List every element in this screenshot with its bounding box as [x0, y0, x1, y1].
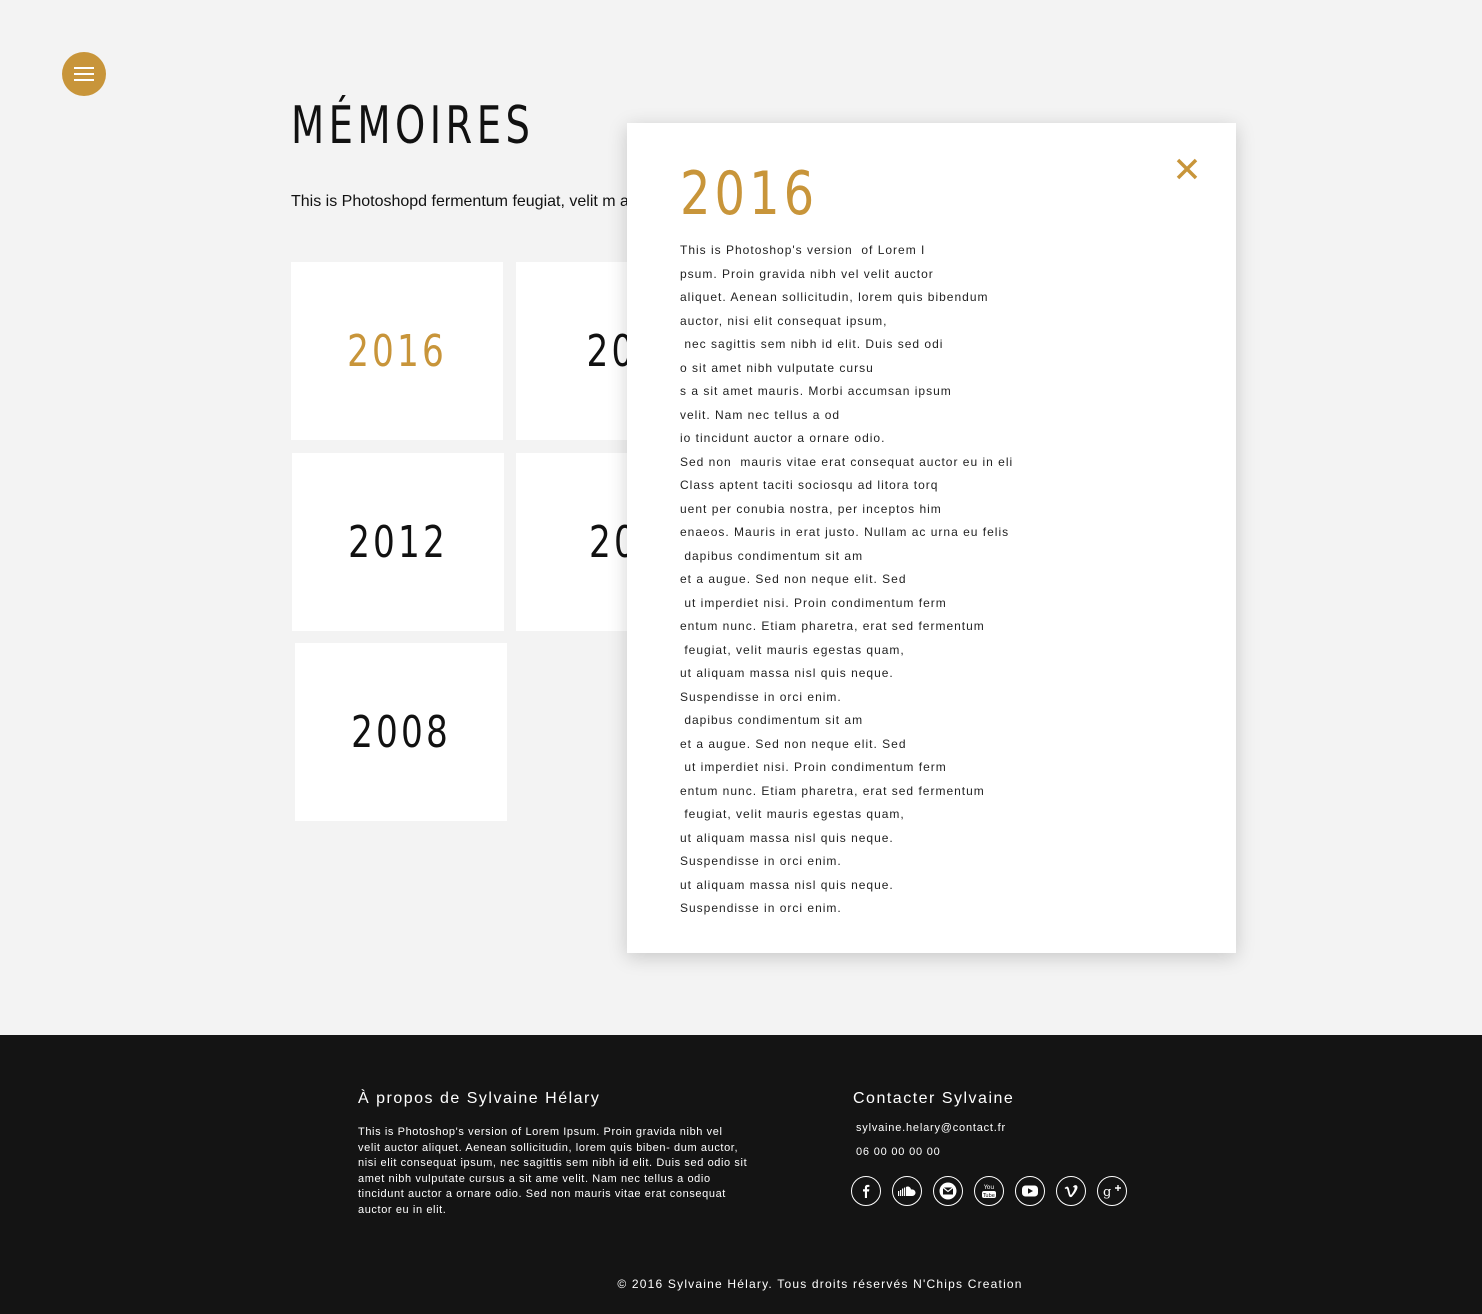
modal-text-line: ut imperdiet nisi. Proin condimentum fer… [680, 760, 947, 774]
year-tile-2012[interactable]: 2012 [292, 453, 504, 631]
modal-year-title: 2016 [680, 159, 819, 229]
about-text: This is Photoshop's version of Lorem Ips… [358, 1126, 748, 1216]
about-title: À propos de Sylvaine Hélary [358, 1090, 601, 1107]
svg-text:Tube: Tube [982, 1193, 995, 1199]
svg-text:g: g [1103, 1185, 1111, 1200]
modal-text-line: psum. Proin gravida nibh vel velit aucto… [680, 266, 934, 281]
modal-text-line: Sed non mauris vitae erat consequat auct… [680, 454, 1014, 469]
modal-close-button[interactable] [1173, 155, 1201, 183]
google-plus-icon: g [1103, 1185, 1121, 1200]
copyright: © 2016 Sylvaine Hélary. Tous droits rése… [617, 1277, 1023, 1291]
mail-button[interactable] [933, 1176, 963, 1206]
modal-text-line: entum nunc. Etiam pharetra, erat sed fer… [680, 619, 985, 633]
modal-text-line: o sit amet nibh vulputate cursu [680, 360, 874, 375]
modal-text-line: s a sit amet mauris. Morbi accumsan ipsu… [680, 384, 952, 398]
modal-text-line: entum nunc. Etiam pharetra, erat sed fer… [680, 783, 985, 798]
mail-icon [939, 1182, 957, 1200]
modal-text-line: nec sagittis sem nibh id elit. Duis sed … [680, 337, 944, 351]
modal-text-line: This is Photoshop's version of Lorem I [680, 243, 926, 257]
contact-email-link[interactable]: sylvaine.helary@contact.fr [856, 1122, 1006, 1134]
modal-text-line: dapibus condimentum sit am [680, 713, 864, 727]
contact-phone: 06 00 00 00 00 [856, 1146, 941, 1158]
modal-text-line: uent per conubia nostra, per inceptos hi… [680, 501, 942, 516]
modal-text-line: auctor, nisi elit consequat ipsum, [680, 313, 888, 328]
modal-text-line: et a augue. Sed non neque elit. Sed [680, 736, 907, 751]
modal-text-line: feugiat, velit mauris egestas quam, [680, 807, 905, 821]
modal-text-line: et a augue. Sed non neque elit. Sed [680, 572, 907, 586]
modal-text-line: Class aptent taciti sociosqu ad litora t… [680, 478, 939, 492]
modal-text-line: enaeos. Mauris in erat justo. Nullam ac … [680, 525, 1010, 539]
vimeo-button[interactable] [1056, 1176, 1086, 1206]
year-detail-modal: 2016 This is Photoshop's version of Lore… [627, 123, 1236, 953]
youtube-play-button[interactable] [1015, 1176, 1045, 1206]
close-icon [1176, 158, 1198, 180]
year-tile-2016[interactable]: 2016 [291, 262, 503, 440]
menu-button[interactable] [62, 52, 106, 96]
modal-text-line: ut aliquam massa nisl quis neque. [680, 666, 894, 680]
year-tile-2008[interactable]: 2008 [295, 643, 507, 821]
modal-text-line: Suspendisse in orci enim. [680, 854, 842, 868]
youtube-icon: You Tube [982, 1184, 996, 1199]
modal-text-line: Suspendisse in orci enim. [680, 901, 842, 915]
page-title: MÉMOIRES [291, 96, 535, 156]
modal-text-line: velit. Nam nec tellus a od [680, 407, 841, 422]
modal-text-line: ut aliquam massa nisl quis neque. [680, 877, 894, 892]
year-tile-label: 2008 [351, 706, 451, 758]
modal-body: This is Photoshop's version of Lorem I p… [680, 239, 1080, 921]
modal-text-line: feugiat, velit mauris egestas quam, [680, 642, 905, 657]
soundcloud-icon [898, 1186, 916, 1196]
modal-text-line: aliquet. Aenean sollicitudin, lorem quis… [680, 290, 989, 304]
social-links: You Tube g [851, 1176, 1127, 1206]
youtube-play-icon [1022, 1185, 1038, 1197]
modal-text-line: Suspendisse in orci enim. [680, 689, 842, 704]
modal-text-line: ut aliquam massa nisl quis neque. [680, 830, 894, 845]
svg-text:You: You [983, 1184, 995, 1191]
modal-text-line: dapibus condimentum sit am [680, 548, 864, 563]
youtube-button[interactable]: You Tube [974, 1176, 1004, 1206]
google-plus-button[interactable]: g [1097, 1176, 1127, 1206]
facebook-button[interactable] [851, 1176, 881, 1206]
vimeo-icon [1064, 1185, 1078, 1198]
modal-text-line: io tincidunt auctor a ornare odio. [680, 431, 886, 445]
hamburger-icon [74, 67, 94, 81]
facebook-icon [863, 1184, 870, 1198]
year-tile-label: 2016 [347, 325, 447, 377]
year-tile-label: 2012 [348, 516, 448, 568]
footer: À propos de Sylvaine Hélary This is Phot… [0, 1035, 1482, 1314]
soundcloud-button[interactable] [892, 1176, 922, 1206]
modal-text-line: ut imperdiet nisi. Proin condimentum fer… [680, 595, 947, 610]
contact-title: Contacter Sylvaine [853, 1090, 1015, 1107]
